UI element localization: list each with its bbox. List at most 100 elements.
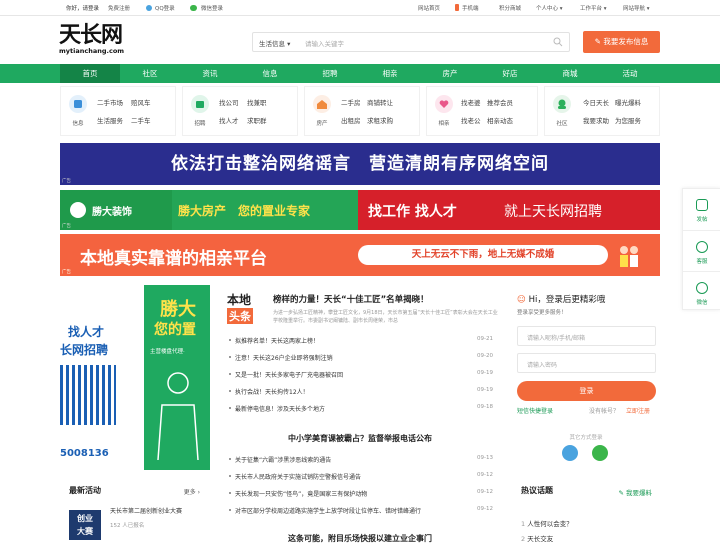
category-link[interactable]: 找兼职 [247, 97, 267, 107]
register-link[interactable]: 免费注册 [108, 4, 130, 12]
logo-domain: mytianchang.com [59, 47, 125, 55]
category-link[interactable]: 二手房 [341, 97, 361, 107]
hot-topic-item[interactable]: 1 人性何以会变？ [521, 518, 573, 528]
category-link[interactable]: 生活服务 [97, 115, 123, 125]
category-link[interactable]: 找老婆 [461, 97, 481, 107]
register-link[interactable]: 立即注册 [626, 406, 650, 415]
bullet-icon [229, 356, 231, 358]
site-nav-menu[interactable]: 网站导航 ▾ [623, 4, 650, 12]
category-link[interactable]: 二手车 [131, 115, 151, 125]
login-button[interactable]: 登录 [517, 381, 656, 401]
news-title: 对市区部分学校周边道路实施学生上放学时段让位停车、错时错峰通行 [235, 508, 422, 515]
house-icon [313, 95, 331, 113]
news-item[interactable]: 天长市人民政府关于实施试销防空警报信号通告 09-12 [229, 472, 497, 484]
news-title: 关于征集“六霸”涉黑涉恶线索的通告 [235, 457, 332, 464]
news2-title[interactable]: 中小学美育课被霸占？监督举报电话公布 [215, 433, 505, 444]
sidebar-service[interactable]: 客服 [683, 230, 720, 270]
sidebar-wechat[interactable]: 微信 [683, 271, 720, 311]
nav-mall[interactable]: 商城 [540, 64, 600, 83]
home-link[interactable]: 网站首页 [418, 4, 440, 12]
wechat-login-link[interactable]: 微信登录 [201, 4, 223, 12]
jobs-ad-phone: 5008136 [60, 448, 109, 459]
activity-thumb-a: 创业 [77, 514, 93, 523]
wechat-icon [190, 5, 197, 11]
hot-topics-section: 热议话题 ✎ 我要爆料 1 人性何以会变？ 2 天长交友 [512, 476, 660, 543]
headline-tag-a: 本地 [227, 293, 252, 307]
points-link[interactable]: 积分商城 [499, 4, 521, 12]
mobile-link[interactable]: 手机端 [462, 4, 479, 12]
login-link[interactable]: 你好，请登录 [66, 4, 99, 12]
category-link[interactable]: 为您服务 [615, 115, 641, 125]
category-link[interactable]: 求职群 [247, 115, 267, 125]
qq-login-icon[interactable] [562, 445, 578, 461]
briefcase-icon [191, 95, 209, 113]
nav-dating[interactable]: 相亲 [360, 64, 420, 83]
activity-item-title[interactable]: 天长市第二届创新创业大赛 [110, 506, 182, 515]
hot-topic-item[interactable]: 2 天长交友 [521, 533, 553, 543]
category-link[interactable]: 二手市场 [97, 97, 123, 107]
wechat-login-icon[interactable] [592, 445, 608, 461]
sms-login-link[interactable]: 短信快捷登录 [517, 406, 553, 415]
news-item[interactable]: 注意！天长这26户企业即将强制注销 09-20 [229, 353, 497, 365]
sidebar-wechat-label: 微信 [696, 300, 708, 306]
activity-more-link[interactable]: 更多 › [184, 487, 200, 496]
news-date: 09-12 [477, 506, 493, 512]
category-link[interactable]: 相亲动态 [487, 115, 513, 125]
banner-rumor[interactable]: 依法打击整治网络谣言 营造清朗有序网络空间 广告 [60, 143, 660, 185]
nav-news[interactable]: 资讯 [180, 64, 240, 83]
businessman-illustration-icon [157, 372, 199, 461]
password-input[interactable]: 请输入密码 [517, 353, 656, 373]
bullet-icon [229, 373, 231, 375]
banner-shengda[interactable]: 勝大装饰 勝大房产 您的置业专家 找工作 找人才 就上天长网招聘 广告 [60, 190, 660, 230]
nav-realestate[interactable]: 房产 [420, 64, 480, 83]
category-label: 信息 [72, 121, 84, 127]
news-item[interactable]: 最新停电信息！涉及天长多个地方 09-18 [229, 404, 497, 416]
category-label: 招聘 [194, 121, 206, 127]
sidebar-post-label: 发帖 [696, 217, 708, 223]
category-link[interactable]: 出租房 [341, 115, 361, 125]
category-label: 社区 [556, 121, 568, 127]
category-link[interactable]: 曝光爆料 [615, 97, 641, 107]
search-input[interactable]: 请输入关键字 [305, 38, 344, 48]
category-link[interactable]: 今日天长 [583, 97, 609, 107]
search-category-select[interactable]: 生活信息 ▾ [259, 38, 290, 48]
sidebar-post[interactable]: 发帖 [683, 189, 720, 229]
category-link[interactable]: 赔风车 [131, 97, 151, 107]
workbench-menu[interactable]: 工作平台 ▾ [580, 4, 607, 12]
category-link[interactable]: 求租求购 [367, 115, 393, 125]
category-link[interactable]: 找老公 [461, 115, 481, 125]
news-item[interactable]: 对市区部分学校周边道路实施学生上放学时段让位停车、错时错峰通行 09-12 [229, 506, 497, 518]
headline-title[interactable]: 榜样的力量！天长“十佳工匠”名单揭晓！ [273, 293, 429, 305]
banner-dating[interactable]: 本地真实靠谱的相亲平台 天上无云不下雨，地上无媒不成婚 广告 [60, 234, 660, 276]
user-center-menu[interactable]: 个人中心 ▾ [536, 4, 563, 12]
news3-title[interactable]: 这条可能，附目乐场快报以建立业企事门 [215, 533, 505, 544]
news-item[interactable]: 拟推荐名单！天长这两家上榜！ 09-21 [229, 336, 497, 348]
username-input[interactable]: 请输入昵称/手机/邮箱 [517, 326, 656, 346]
category-link[interactable]: 商铺转让 [367, 97, 393, 107]
category-link[interactable]: 我要求助 [583, 115, 609, 125]
search-icon[interactable] [553, 37, 563, 47]
activity-thumbnail[interactable]: 创业 大赛 [69, 510, 101, 540]
chat-icon [696, 241, 708, 253]
qq-login-link[interactable]: QQ登录 [155, 4, 175, 12]
nav-home[interactable]: 首页 [60, 64, 120, 83]
left-ad[interactable]: 找人才 长网招聘 5008136 勝大 您的置 主营楼盘代理· [60, 285, 210, 470]
nav-community[interactable]: 社区 [120, 64, 180, 83]
jobs-ad-panel: 找人才 长网招聘 5008136 [60, 285, 144, 470]
report-link[interactable]: ✎ 我要爆料 [618, 487, 652, 497]
news-item[interactable]: 关于征集“六霸”涉黑涉恶线索的通告 09-13 [229, 455, 497, 467]
nav-info[interactable]: 信息 [240, 64, 300, 83]
category-link[interactable]: 找人才 [219, 115, 239, 125]
site-logo[interactable]: 天长网 mytianchang.com [59, 24, 135, 58]
news-item[interactable]: 天长发现一只安伤“怪鸟”，竟是国家三有保护动物 09-12 [229, 489, 497, 501]
category-link[interactable]: 推荐会员 [487, 97, 513, 107]
post-info-button[interactable]: ✎ 我要发布信息 [583, 31, 660, 53]
category-link[interactable]: 找公司 [219, 97, 239, 107]
news-item[interactable]: 又是一批！天长多家电子厂充电器被召回 09-19 [229, 370, 497, 382]
nav-jobs[interactable]: 招聘 [300, 64, 360, 83]
nav-shops[interactable]: 好店 [480, 64, 540, 83]
news-item[interactable]: 执行会战！天长拘传12人！ 09-19 [229, 387, 497, 399]
shengda-realestate-text: 勝大房产 您的置业专家 [178, 204, 311, 218]
nav-activity[interactable]: 活动 [600, 64, 660, 83]
search-box: 生活信息 ▾ 请输入关键字 [252, 32, 570, 52]
